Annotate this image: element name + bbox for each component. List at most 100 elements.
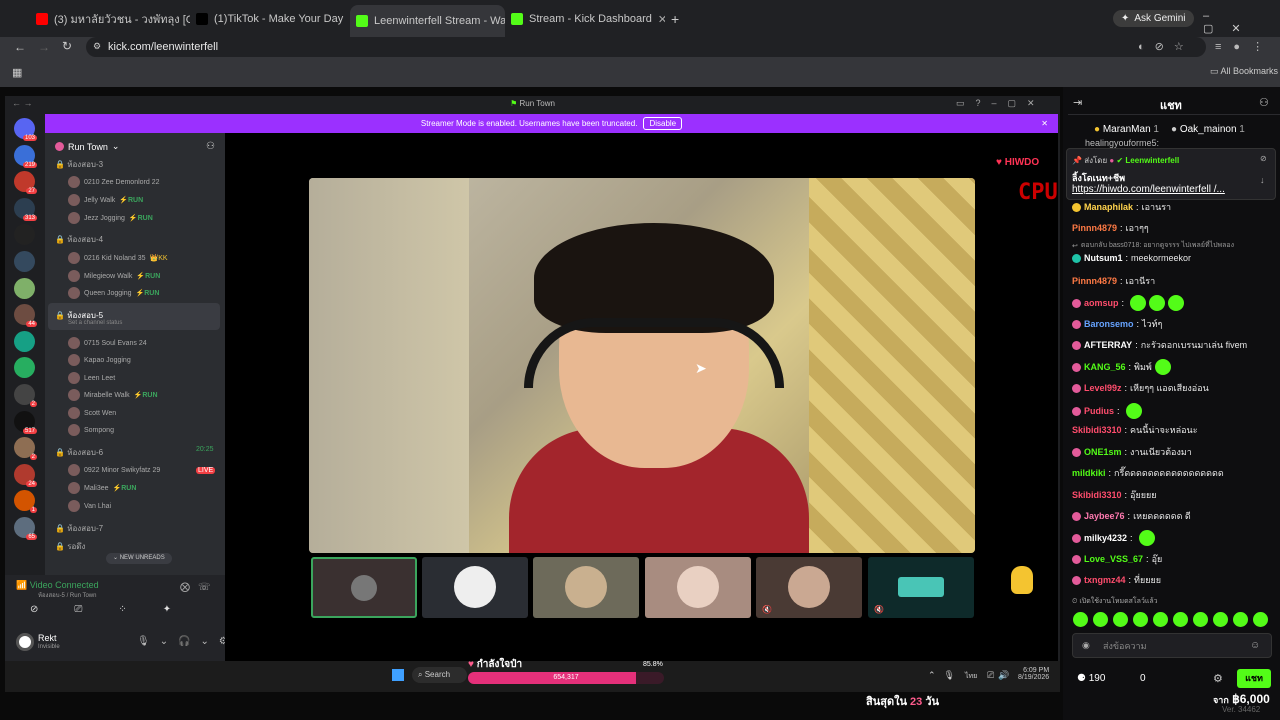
chat-settings-gear-icon[interactable]: ⚙: [1213, 672, 1223, 685]
chat-message[interactable]: Baronsemo: ไวท์ๆ: [1072, 317, 1162, 331]
chat-message[interactable]: ONE1sm: งานเนียวต้องมา: [1072, 445, 1192, 459]
server-icon[interactable]: 65: [14, 517, 37, 540]
main-video-feed[interactable]: [309, 178, 975, 553]
voice-user[interactable]: Mali3ee ⚡RUN: [68, 482, 136, 494]
server-icon[interactable]: 313: [14, 197, 37, 221]
chat-message[interactable]: KANG_56: พิมพ์: [1072, 359, 1171, 375]
discord-window-controls[interactable]: ▭?–▢✕: [956, 98, 1046, 109]
emoji-icon[interactable]: ☺: [1250, 640, 1260, 651]
browser-tab[interactable]: (3) มหาลัยวัวชน - วงพัทลุง [Official✕: [30, 8, 190, 30]
expand-pin-icon[interactable]: ↓: [1260, 175, 1265, 185]
chat-message[interactable]: Nutsum1: meekormeekor: [1072, 253, 1191, 263]
new-unreads-pill[interactable]: ⌄ NEW UNREADS: [106, 553, 172, 564]
chat-message[interactable]: mildkiki: กรี๊ดดดดดดดดดดดดดดดดด: [1072, 466, 1224, 480]
all-bookmarks[interactable]: ▭ All Bookmarks: [1210, 66, 1278, 77]
voice-user[interactable]: 0210 Zee Demonlord 22: [68, 176, 160, 188]
voice-user[interactable]: Van Lhai: [68, 500, 111, 512]
tray-icons[interactable]: ⌃🎙: [928, 670, 963, 681]
collapse-chat-icon[interactable]: ⇥: [1073, 96, 1082, 109]
chat-message[interactable]: aomsup:: [1072, 295, 1185, 311]
voice-user[interactable]: Jezz Jogging ⚡RUN: [68, 212, 153, 224]
mic-headset-settings[interactable]: 🎙⌄🎧⌄⚙: [137, 636, 238, 647]
voice-user[interactable]: Mirabelle Walk ⚡RUN: [68, 389, 158, 401]
server-icon[interactable]: 2: [14, 437, 37, 461]
chat-message[interactable]: Skibidi3310: อุ๊ยยยย: [1072, 488, 1157, 502]
viewer-count[interactable]: ⚈ 190: [1077, 673, 1105, 684]
voice-channel[interactable]: 🔒 ห้องสอบ-3: [55, 158, 103, 171]
chat-message[interactable]: Pinnn4879: เอานีรา: [1072, 274, 1155, 288]
voice-user[interactable]: 0715 Soul Evans 24: [68, 337, 147, 349]
browser-tab[interactable]: (1)TikTok - Make Your Day✕: [190, 8, 350, 30]
new-tab-button[interactable]: +: [671, 11, 679, 27]
voice-channel[interactable]: 🔒 ห้องสอบ-4: [55, 233, 103, 246]
emote-bar[interactable]: [1073, 612, 1268, 627]
chat-message[interactable]: milky4232:: [1072, 530, 1155, 546]
voice-user[interactable]: Leen Leet: [68, 372, 115, 384]
chat-settings-icon[interactable]: ⚇: [1259, 96, 1269, 109]
chat-message[interactable]: AFTERRAY: กะรัวดอกเบรนมาเล่น fivem: [1072, 338, 1247, 352]
participant-tile[interactable]: [311, 557, 417, 618]
invite-icon[interactable]: ⚇: [206, 141, 215, 152]
voice-user[interactable]: Milegieow Walk ⚡RUN: [68, 270, 160, 282]
server-icon[interactable]: 219: [14, 144, 37, 168]
send-button[interactable]: แชท: [1237, 669, 1271, 688]
browser-tab[interactable]: Stream - Kick Dashboard ✕: [505, 8, 665, 30]
voice-user[interactable]: Sompong: [68, 424, 114, 436]
server-icon[interactable]: 27: [14, 171, 37, 195]
server-icon[interactable]: [14, 330, 35, 352]
voice-channel[interactable]: 🔒 ห้องสอบ-7: [55, 522, 103, 535]
chat-input[interactable]: ส่งข้อความ: [1072, 633, 1272, 658]
emote-icon[interactable]: [1193, 612, 1208, 627]
server-header[interactable]: Run Town ⌄: [55, 141, 119, 152]
chat-message[interactable]: Skibidi3310: คนนี้น่าจะหล่อนะ: [1072, 423, 1198, 437]
site-info-icon[interactable]: ⚙: [93, 41, 101, 52]
network-sound-icons[interactable]: ⎚🔊: [987, 670, 1013, 681]
voice-user[interactable]: Queen Jogging ⚡RUN: [68, 287, 159, 299]
server-icon[interactable]: 2: [14, 384, 37, 407]
taskbar-clock[interactable]: 6:09 PM 8/19/2026: [1018, 667, 1049, 681]
forward-icon[interactable]: →: [38, 40, 50, 54]
taskbar-search[interactable]: ⌕ Search: [412, 667, 467, 683]
voice-channel[interactable]: 🔒 ห้องสอบ-6: [55, 446, 103, 459]
participant-tile[interactable]: 🔇: [868, 557, 974, 618]
server-icon[interactable]: [14, 277, 35, 299]
voice-user[interactable]: 0922 Minor Swikyfatz 29 LIVE: [68, 464, 216, 476]
participant-tile[interactable]: [533, 557, 639, 618]
reload-icon[interactable]: ↻: [62, 39, 72, 53]
voice-channel[interactable]: 🔒 ห้องสอบ-5: [55, 309, 103, 322]
participant-tile[interactable]: [645, 557, 751, 618]
top-gifter[interactable]: ● Oak_mainon 1: [1171, 124, 1245, 135]
top-gifter[interactable]: ● MaranMan 1: [1094, 124, 1159, 135]
address-actions[interactable]: ◐⊘☆: [1138, 40, 1194, 53]
chat-message[interactable]: ↩ ตอบกลับ bass0718: อยากดูจรรร ไปเพลย์ที่…: [1072, 240, 1234, 251]
close-tab-icon[interactable]: ✕: [658, 13, 665, 26]
server-icon[interactable]: 44: [14, 304, 37, 328]
discord-nav-arrows[interactable]: ← →: [12, 98, 33, 108]
voice-user[interactable]: Jelly Walk ⚡RUN: [68, 194, 143, 206]
language-indicator[interactable]: ไทย: [965, 671, 977, 682]
voice-action-buttons[interactable]: ⊘⎚⁘✦: [30, 604, 207, 615]
pinned-link[interactable]: https://hiwdo.com/leenwinterfell /...: [1072, 184, 1225, 195]
window-controls[interactable]: –▢✕: [1203, 10, 1280, 35]
url-bar[interactable]: kick.com/leenwinterfell: [86, 37, 1206, 57]
ask-gemini-button[interactable]: ✦ Ask Gemini: [1113, 10, 1194, 27]
participant-tile[interactable]: 🔇: [756, 557, 862, 618]
disable-button[interactable]: Disable: [643, 117, 683, 130]
chat-message[interactable]: Manaphilak: เอานรา: [1072, 200, 1171, 214]
chat-message[interactable]: Pudius:: [1072, 403, 1142, 419]
points[interactable]: 0: [1140, 673, 1146, 684]
chat-message[interactable]: txngmz44: ที่ยยยย: [1072, 573, 1161, 587]
emote-icon[interactable]: [1073, 612, 1088, 627]
voice-user[interactable]: Scott Wen: [68, 407, 116, 419]
back-icon[interactable]: ←: [14, 40, 26, 54]
emote-icon[interactable]: [1253, 612, 1268, 627]
voice-user[interactable]: 0216 Kid Noland 35 👑KK: [68, 252, 168, 264]
chat-message[interactable]: Level99z: เหียๆๆ แอดเสียงอ่อน: [1072, 381, 1209, 395]
emote-icon[interactable]: [1093, 612, 1108, 627]
chat-message[interactable]: Love_VSS_67: อุ๊ย: [1072, 552, 1162, 566]
emote-icon[interactable]: [1213, 612, 1228, 627]
unpin-icon[interactable]: ⊘: [1260, 154, 1267, 163]
voice-user[interactable]: Kapao Jogging: [68, 354, 131, 366]
voice-controls[interactable]: ⨂☏: [180, 582, 219, 593]
close-banner-icon[interactable]: ✕: [1041, 119, 1048, 128]
